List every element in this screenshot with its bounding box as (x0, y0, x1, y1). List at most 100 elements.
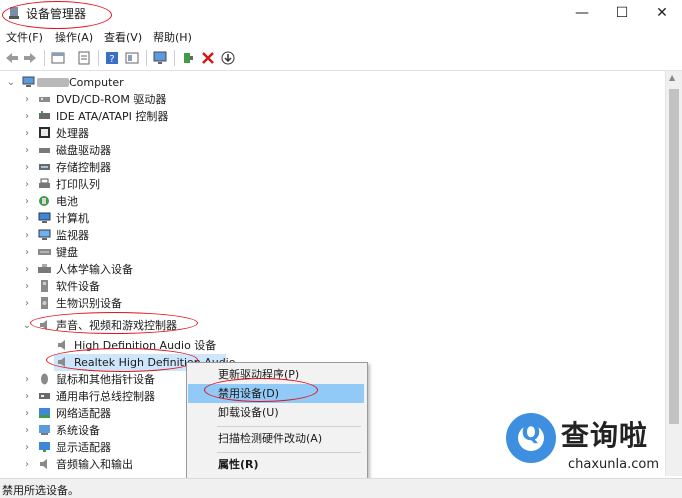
chevron-right-icon[interactable]: › (22, 125, 32, 142)
chevron-right-icon[interactable]: › (22, 439, 32, 456)
redacted-computer-name (37, 78, 69, 87)
tree-item-battery[interactable]: › 电池 (0, 193, 300, 210)
chevron-right-icon[interactable]: › (22, 142, 32, 159)
processor-icon (39, 127, 50, 138)
toolbar-separator (174, 50, 175, 66)
menu-action[interactable]: 操作(A) (55, 29, 93, 45)
chevron-right-icon[interactable]: › (22, 388, 32, 405)
monitor-icon (38, 229, 51, 240)
software-device-icon (41, 280, 48, 292)
monitor-icon[interactable] (152, 50, 168, 66)
printer-icon (39, 178, 50, 188)
scan-hardware-icon[interactable] (124, 50, 140, 66)
add-driver-icon[interactable] (180, 50, 196, 66)
battery-icon (39, 196, 49, 206)
tree-item-biometric[interactable]: › 生物识别设备 (0, 295, 300, 312)
chevron-right-icon[interactable]: › (22, 278, 32, 295)
toolbar-separator (146, 50, 147, 66)
status-bar: 禁用所选设备。 (0, 478, 682, 498)
storage-controller-icon (39, 164, 50, 170)
tree-item-ide[interactable]: › IDE ATA/ATAPI 控制器 (0, 108, 300, 125)
tree-item-label: 电池 (56, 195, 78, 208)
chevron-right-icon[interactable]: › (22, 91, 32, 108)
chevron-right-icon[interactable]: › (22, 456, 32, 473)
hid-icon (38, 264, 51, 273)
tree-item-dvd[interactable]: › DVD/CD-ROM 驱动器 (0, 91, 300, 108)
tree-item-label: 键盘 (56, 246, 78, 259)
menu-item-label: 卸载设备(U) (218, 406, 279, 419)
system-device-icon (39, 425, 50, 435)
tree-item-computer[interactable]: › 计算机 (0, 210, 300, 227)
tree-item-label: 处理器 (56, 127, 89, 140)
dvd-drive-icon (39, 97, 50, 102)
tree-item-label: IDE ATA/ATAPI 控制器 (56, 110, 169, 123)
watermark-q-icon: Q (521, 421, 541, 446)
chevron-right-icon[interactable]: › (22, 244, 32, 261)
tree-item-software[interactable]: › 软件设备 (0, 278, 300, 295)
tree-item-print-queue[interactable]: › 打印队列 (0, 176, 300, 193)
chevron-right-icon[interactable]: › (22, 405, 32, 422)
tree-item-monitor[interactable]: › 监视器 (0, 227, 300, 244)
chevron-right-icon[interactable]: › (22, 227, 32, 244)
tree-item-storage[interactable]: › 存储控制器 (0, 159, 300, 176)
properties-icon[interactable] (50, 50, 66, 66)
menu-separator (217, 452, 361, 453)
menu-item-label: 扫描检测硬件改动(A) (218, 432, 323, 445)
tree-item-label: 打印队列 (56, 178, 100, 191)
toolbar-separator (44, 50, 45, 66)
menu-separator (217, 426, 361, 427)
tree-item-label: 通用串行总线控制器 (56, 390, 155, 403)
keyboard-icon (38, 249, 51, 255)
menu-help[interactable]: 帮助(H) (153, 29, 192, 45)
annotation-circle-disable (204, 378, 318, 402)
vertical-scrollbar[interactable]: ▲ (665, 71, 682, 476)
chevron-right-icon[interactable]: › (22, 210, 32, 227)
maximize-button[interactable]: ☐ (602, 0, 642, 26)
tree-root-computer[interactable]: ⌄ Computer (0, 74, 300, 91)
tree-item-label: 监视器 (56, 229, 89, 242)
tree-item-label: 生物识别设备 (56, 297, 122, 310)
chevron-right-icon[interactable]: › (22, 159, 32, 176)
menu-item-label: 属性(R) (218, 458, 259, 471)
watermark-subtitle: chaxunla.com (568, 457, 659, 472)
scroll-up-icon[interactable]: ▲ (669, 73, 675, 82)
chevron-right-icon[interactable]: › (22, 108, 32, 125)
tree-item-disk[interactable]: › 磁盘驱动器 (0, 142, 300, 159)
forward-arrow-icon[interactable] (22, 50, 38, 66)
tree-item-label: 软件设备 (56, 280, 100, 293)
tree-item-label: 计算机 (56, 212, 89, 225)
update-driver-icon[interactable] (76, 50, 92, 66)
chevron-right-icon[interactable]: › (22, 261, 32, 278)
back-arrow-icon[interactable] (4, 50, 20, 66)
usb-icon (39, 393, 50, 399)
tree-root-label: Computer (69, 76, 124, 89)
tree-item-label: 音频输入和输出 (56, 458, 133, 471)
computer-icon (22, 76, 35, 87)
scrollbar-thumb[interactable] (669, 89, 679, 424)
annotation-circle-title (2, 1, 112, 29)
chevron-right-icon[interactable]: › (22, 176, 32, 193)
chevron-right-icon[interactable]: › (22, 422, 32, 439)
menu-file[interactable]: 文件(F) (6, 29, 43, 45)
chevron-right-icon[interactable]: › (22, 371, 32, 388)
help-icon[interactable]: ? (104, 50, 120, 66)
chevron-right-icon[interactable]: › (22, 193, 32, 210)
uninstall-x-icon[interactable] (200, 50, 216, 66)
tree-item-label: 磁盘驱动器 (56, 144, 111, 157)
minimize-button[interactable]: — (562, 0, 602, 26)
menu-view[interactable]: 查看(V) (104, 29, 142, 45)
menu-item-uninstall-device[interactable]: 卸载设备(U) (188, 403, 364, 422)
menu-item-properties[interactable]: 属性(R) (188, 455, 364, 474)
disable-device-icon[interactable] (220, 50, 236, 66)
tree-item-processor[interactable]: › 处理器 (0, 125, 300, 142)
chevron-down-icon[interactable]: ⌄ (6, 74, 16, 91)
tree-item-keyboard[interactable]: › 键盘 (0, 244, 300, 261)
chevron-down-icon[interactable]: ⌄ (22, 317, 32, 334)
tree-item-hid[interactable]: › 人体学输入设备 (0, 261, 300, 278)
biometric-icon (41, 297, 48, 309)
watermark-title: 查询啦 (561, 419, 649, 452)
menu-item-scan-hardware[interactable]: 扫描检测硬件改动(A) (188, 429, 364, 448)
close-button[interactable]: ✕ (642, 0, 682, 26)
computer-icon (38, 212, 51, 223)
chevron-right-icon[interactable]: › (22, 295, 32, 312)
